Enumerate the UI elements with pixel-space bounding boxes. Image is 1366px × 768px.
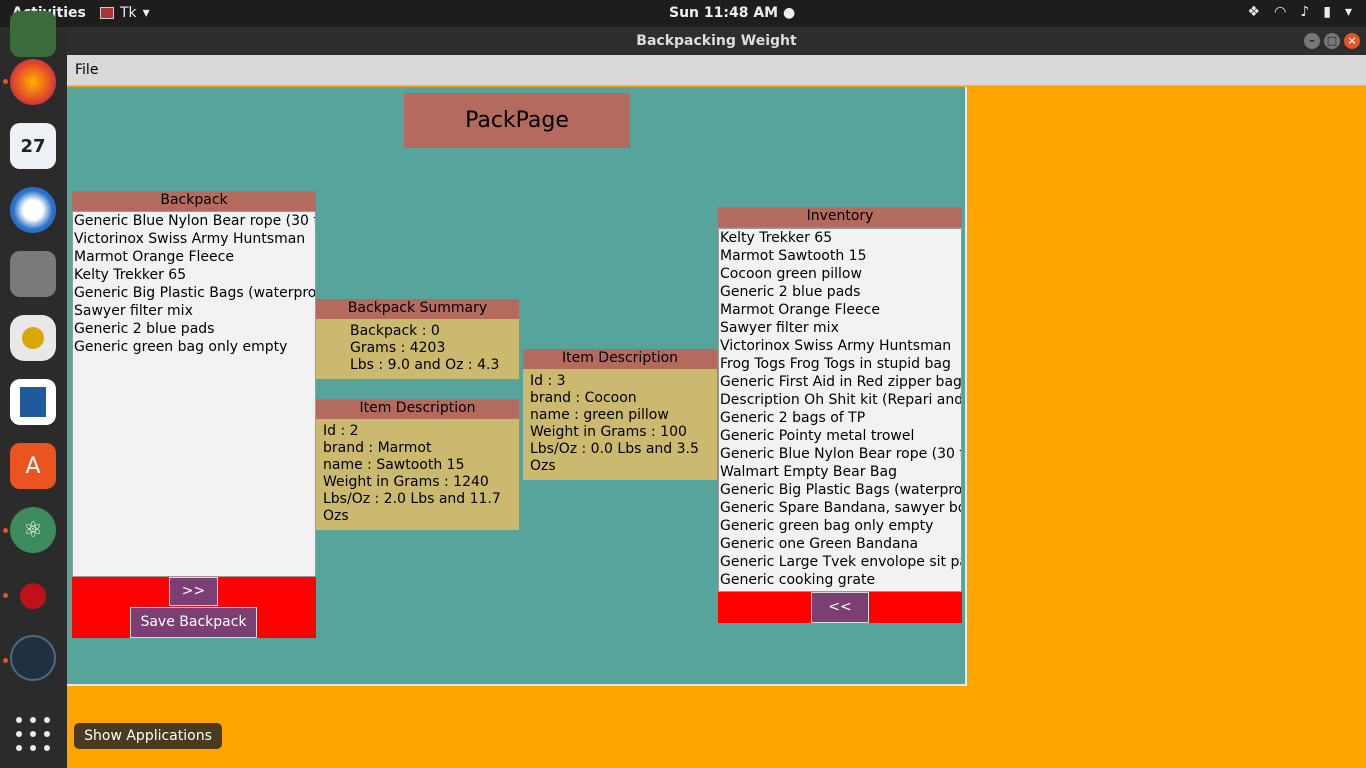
inventory-item-description-header: Item Description [523, 349, 717, 369]
list-item[interactable]: Generic 2 bags of TP [719, 409, 961, 427]
item-description-header: Item Description [316, 399, 519, 419]
summary-line: Grams : 4203 [350, 340, 446, 356]
list-item[interactable]: Generic Large Tvek envolope sit pad [719, 553, 961, 571]
system-tray[interactable]: ❖ ◠ ♪ ▮ ▾ [1248, 4, 1352, 20]
list-item[interactable]: Generic cooking grate [719, 571, 961, 589]
list-item[interactable]: Generic 2 blue pads [719, 283, 961, 301]
list-item[interactable]: Victorinox Swiss Army Huntsman [719, 337, 961, 355]
description-line: Weight in Grams : 100 [530, 424, 687, 440]
menu-bar: File [67, 55, 1366, 86]
list-item[interactable]: Marmot Sawtooth 15 [719, 247, 961, 265]
description-line: name : Sawtooth 15 [323, 457, 465, 473]
summary-line: Lbs : 9.0 and Oz : 4.3 [350, 357, 500, 373]
list-item[interactable]: Sawyer filter mix [719, 319, 961, 337]
description-line: brand : Marmot [323, 440, 432, 456]
battery-icon[interactable]: ▮ [1323, 4, 1331, 20]
list-item[interactable]: Generic green bag only empty [73, 338, 315, 356]
wifi-icon[interactable]: ◠ [1274, 4, 1286, 20]
cherry-icon[interactable]: ● [10, 571, 56, 617]
top-bar: Activities Tk ▾ Sun 11:48 AM ● ❖ ◠ ♪ ▮ ▾ [0, 0, 1366, 27]
app-menu[interactable]: Tk ▾ [100, 5, 150, 21]
app-grid-icon[interactable] [16, 717, 52, 753]
running-indicator [3, 528, 8, 533]
list-item[interactable]: Generic 2 blue pads [73, 320, 315, 338]
list-item[interactable]: Generic Blue Nylon Bear rope (30 foo [719, 445, 961, 463]
rhythmbox-icon[interactable] [10, 315, 56, 361]
list-item[interactable]: Victorinox Swiss Army Huntsman [73, 230, 315, 248]
description-line: Lbs/Oz : 2.0 Lbs and 11.7 Ozs [323, 491, 501, 524]
running-indicator [3, 658, 8, 663]
volume-icon[interactable]: ♪ [1300, 4, 1309, 20]
list-item[interactable]: Kelty Trekker 65 [73, 266, 315, 284]
page-title: PackPage [404, 93, 630, 148]
app-menu-label: Tk [120, 5, 137, 21]
menu-file[interactable]: File [75, 62, 98, 78]
partial-app-icon[interactable] [10, 11, 56, 57]
window-titlebar[interactable]: Backpacking Weight – □ × [67, 27, 1366, 55]
thunderbird-icon[interactable] [10, 187, 56, 233]
description-line: Lbs/Oz : 0.0 Lbs and 3.5 Ozs [530, 441, 699, 474]
list-item[interactable]: Sawyer filter mix [73, 302, 315, 320]
pack-page-frame: PackPage Backpack Generic Blue Nylon Bea… [67, 87, 967, 686]
show-applications-tooltip: Show Applications [74, 723, 222, 749]
list-item[interactable]: Marmot Orange Fleece [73, 248, 315, 266]
inventory-header: Inventory [718, 207, 962, 227]
backpack-listbox[interactable]: Generic Blue Nylon Bear rope (30 foo Vic… [72, 211, 316, 577]
list-item[interactable]: Generic Big Plastic Bags (waterproofi [719, 481, 961, 499]
item-description-panel: Id : 2 brand : Marmot name : Sawtooth 15… [316, 419, 519, 530]
summary-line: Backpack : 0 [350, 323, 440, 339]
move-to-backpack-button[interactable]: << [811, 592, 869, 623]
list-item[interactable]: Kelty Trekker 65 [719, 229, 961, 247]
dock: 27 A ⚛ ● [0, 11, 67, 768]
list-item[interactable]: Generic one Green Bandana [719, 535, 961, 553]
gitkraken-icon[interactable] [10, 635, 56, 681]
list-item[interactable]: Walmart Empty Bear Bag [719, 463, 961, 481]
description-line: Id : 2 [323, 423, 359, 439]
calendar-icon[interactable]: 27 [10, 123, 56, 169]
clock[interactable]: Sun 11:48 AM ● [669, 5, 795, 21]
save-backpack-button[interactable]: Save Backpack [130, 607, 257, 638]
system-menu-chevron-icon[interactable]: ▾ [1345, 4, 1352, 20]
chevron-down-icon: ▾ [142, 5, 150, 21]
list-item[interactable]: Description Oh Shit kit (Repari and ba [719, 391, 961, 409]
list-item[interactable]: Generic Big Plastic Bags (waterproofi [73, 284, 315, 302]
tk-app-icon [100, 7, 114, 19]
software-center-icon[interactable]: A [10, 443, 56, 489]
running-indicator [3, 593, 8, 598]
backpack-summary-header: Backpack Summary [316, 299, 519, 319]
list-item[interactable]: Generic First Aid in Red zipper bag [719, 373, 961, 391]
inventory-listbox[interactable]: Kelty Trekker 65 Marmot Sawtooth 15 Coco… [718, 228, 962, 592]
backpack-header: Backpack [72, 191, 316, 211]
list-item[interactable]: Cocoon green pillow [719, 265, 961, 283]
description-line: brand : Cocoon [530, 390, 637, 406]
list-item[interactable]: Generic Pointy metal trowel [719, 427, 961, 445]
maximize-icon[interactable]: □ [1324, 33, 1340, 49]
description-line: Id : 3 [530, 373, 566, 389]
firefox-icon[interactable] [10, 59, 56, 105]
minimize-icon[interactable]: – [1304, 33, 1320, 49]
list-item[interactable]: Marmot Orange Fleece [719, 301, 961, 319]
list-item[interactable]: Generic green bag only empty [719, 517, 961, 535]
writer-icon[interactable] [10, 379, 56, 425]
close-icon[interactable]: × [1344, 33, 1360, 49]
list-item[interactable]: Generic Spare Bandana, sawyer bottl [719, 499, 961, 517]
inventory-item-description-panel: Id : 3 brand : Cocoon name : green pillo… [523, 369, 717, 480]
move-to-inventory-button[interactable]: >> [169, 577, 218, 606]
running-indicator [3, 79, 8, 84]
atom-icon[interactable]: ⚛ [10, 507, 56, 553]
dropbox-icon[interactable]: ❖ [1248, 4, 1261, 20]
files-icon[interactable] [10, 251, 56, 297]
backpack-summary-panel: Backpack : 0 Grams : 4203 Lbs : 9.0 and … [316, 319, 519, 379]
description-line: name : green pillow [530, 407, 669, 423]
description-line: Weight in Grams : 1240 [323, 474, 489, 490]
list-item[interactable]: Generic Blue Nylon Bear rope (30 foo [73, 212, 315, 230]
list-item[interactable]: Frog Togs Frog Togs in stupid bag [719, 355, 961, 373]
window-title: Backpacking Weight [636, 33, 797, 49]
